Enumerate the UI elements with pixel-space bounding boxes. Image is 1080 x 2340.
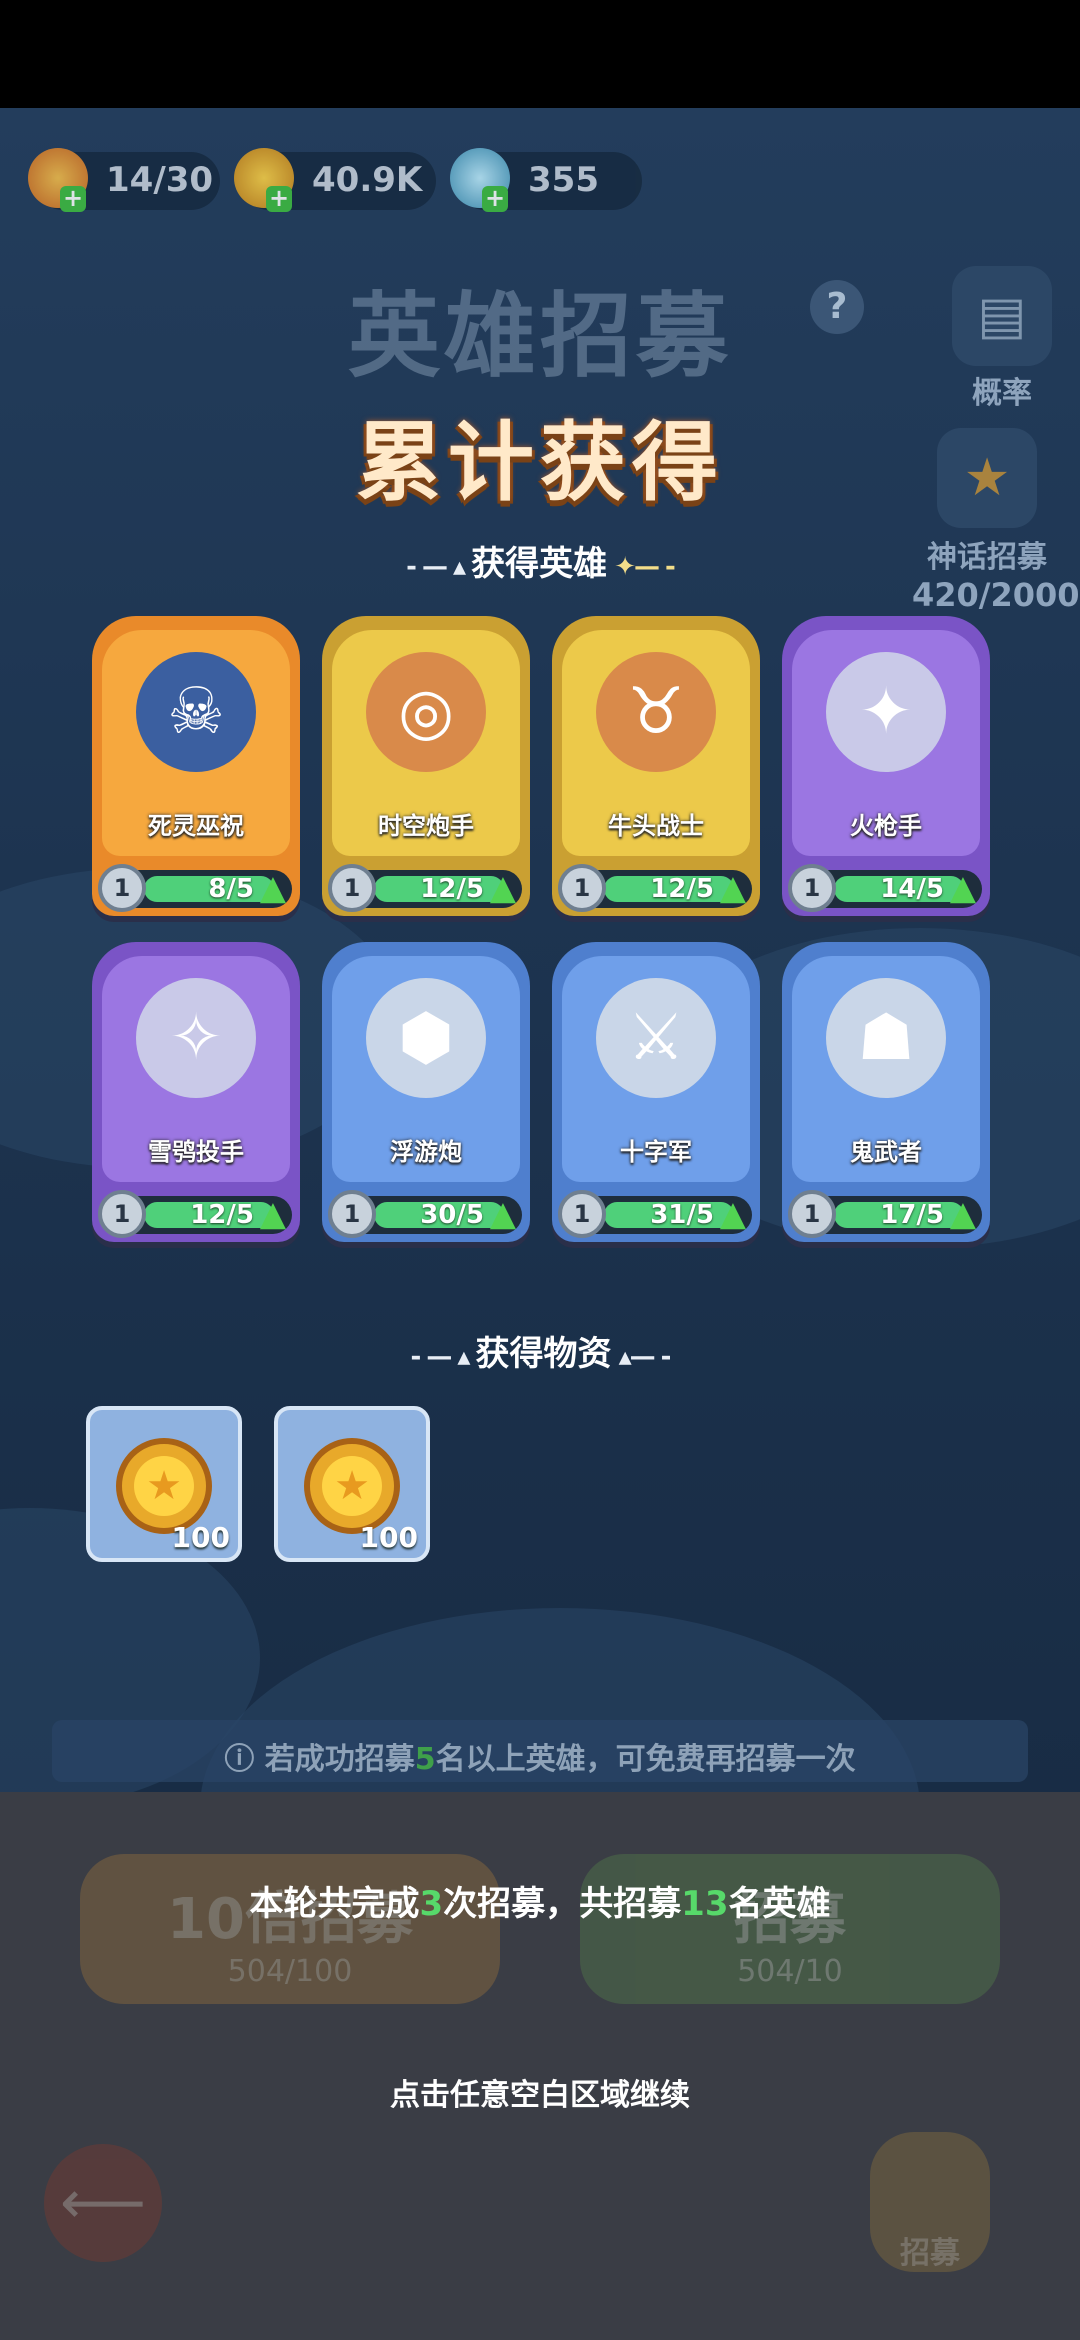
- gold-coin-icon: ★: [304, 1438, 400, 1534]
- myth-progress: 420/2000: [912, 576, 1080, 614]
- hero-portrait-icon: ✦: [826, 652, 946, 772]
- hero-name: 牛头战士: [608, 812, 704, 840]
- hero-portrait-icon: ◎: [366, 652, 486, 772]
- item-quantity: 100: [171, 1521, 230, 1554]
- hero-card[interactable]: ☗ 鬼武者 1 17/5 ▲: [782, 942, 990, 1252]
- hero-card[interactable]: ♉ 牛头战士 1 12/5 ▲: [552, 616, 760, 926]
- upgrade-arrow-icon: ▲: [719, 868, 747, 908]
- hero-portrait-icon: ☠: [136, 652, 256, 772]
- rate-button[interactable]: ▤ 概率: [942, 266, 1062, 412]
- level-badge: 1: [788, 1190, 836, 1238]
- recruit-title: 英雄招募: [347, 283, 732, 390]
- shard-progress: 12/5: [650, 874, 714, 904]
- hero-card[interactable]: ☠ 死灵巫祝 1 8/5 ▲: [92, 616, 300, 926]
- upgrade-arrow-icon: ▲: [949, 868, 977, 908]
- shard-progress: 30/5: [420, 1200, 484, 1230]
- item-quantity: 100: [359, 1521, 418, 1554]
- items-section-header: - — ▴ 获得物资 ▴— -: [410, 1334, 672, 1374]
- hero-portrait-icon: ✧: [136, 978, 256, 1098]
- hero-portrait-icon: ♉: [596, 652, 716, 772]
- hero-name: 十字军: [620, 1138, 692, 1166]
- upgrade-arrow-icon: ▲: [719, 1194, 747, 1234]
- recruit-summary: 本轮共完成3次招募，共招募13名英雄: [249, 1884, 831, 1924]
- upgrade-arrow-icon: ▲: [949, 1194, 977, 1234]
- hero-progress-bar: 1 8/5 ▲: [98, 864, 292, 912]
- upgrade-arrow-icon: ▲: [259, 1194, 287, 1234]
- hero-progress-bar: 1 14/5 ▲: [788, 864, 982, 912]
- info-icon: ⓘ: [224, 1742, 265, 1777]
- hero-portrait-icon: ☗: [826, 978, 946, 1098]
- rate-label: 概率: [972, 376, 1032, 411]
- items-section-title: 获得物资: [475, 1334, 612, 1374]
- myth-recruit-button[interactable]: ★ 神话招募 420/2000: [912, 428, 1080, 614]
- hero-progress-bar: 1 12/5 ▲: [98, 1190, 292, 1238]
- heroes-section-title: 获得英雄: [471, 544, 608, 584]
- shard-progress: 12/5: [190, 1200, 254, 1230]
- hero-progress-bar: 1 31/5 ▲: [558, 1190, 752, 1238]
- hero-name: 死灵巫祝: [148, 812, 244, 840]
- shard-progress: 31/5: [650, 1200, 714, 1230]
- hero-name: 雪鸮投手: [148, 1138, 244, 1166]
- level-badge: 1: [788, 864, 836, 912]
- free-recruit-tip: ⓘ 若成功招募5名以上英雄，可免费再招募一次: [224, 1742, 856, 1777]
- gem-value: 355: [528, 160, 599, 200]
- gold-value: 40.9K: [312, 160, 423, 200]
- level-badge: 1: [98, 864, 146, 912]
- hero-progress-bar: 1 17/5 ▲: [788, 1190, 982, 1238]
- cumulative-title: 累计获得: [356, 413, 724, 513]
- back-arrow-icon[interactable]: ⟵: [44, 2144, 162, 2262]
- stamina-resource[interactable]: + 14/30: [28, 148, 220, 212]
- myth-label: 神话招募: [927, 540, 1047, 575]
- stamina-value: 14/30: [106, 160, 214, 200]
- badge-icon: ★: [937, 428, 1037, 528]
- gold-resource[interactable]: + 40.9K: [234, 148, 436, 212]
- continue-hint: 点击任意空白区域继续: [390, 2078, 690, 2113]
- hero-name: 浮游炮: [390, 1138, 462, 1166]
- shard-progress: 12/5: [420, 874, 484, 904]
- hero-card[interactable]: ✦ 火枪手 1 14/5 ▲: [782, 616, 990, 926]
- hero-card[interactable]: ⬢ 浮游炮 1 30/5 ▲: [322, 942, 530, 1252]
- hero-progress-bar: 1 12/5 ▲: [558, 864, 752, 912]
- add-gem-icon[interactable]: +: [482, 186, 508, 212]
- level-badge: 1: [558, 1190, 606, 1238]
- upgrade-arrow-icon: ▲: [489, 868, 517, 908]
- hero-portrait-icon: ⬢: [366, 978, 486, 1098]
- level-badge: 1: [558, 864, 606, 912]
- recruit-nav-button[interactable]: 招募: [870, 2132, 990, 2272]
- add-stamina-icon[interactable]: +: [60, 186, 86, 212]
- document-icon: ▤: [952, 266, 1052, 366]
- gold-coin-icon: ★: [116, 1438, 212, 1534]
- help-icon[interactable]: ?: [810, 280, 864, 334]
- gem-resource[interactable]: + 355: [450, 148, 642, 212]
- level-badge: 1: [98, 1190, 146, 1238]
- hero-name: 鬼武者: [850, 1138, 922, 1166]
- status-bar: [0, 0, 1080, 108]
- hero-progress-bar: 1 12/5 ▲: [328, 864, 522, 912]
- shard-progress: 17/5: [880, 1200, 944, 1230]
- hero-card[interactable]: ◎ 时空炮手 1 12/5 ▲: [322, 616, 530, 926]
- level-badge: 1: [328, 864, 376, 912]
- item-slot[interactable]: ★ 100: [274, 1406, 430, 1562]
- hero-progress-bar: 1 30/5 ▲: [328, 1190, 522, 1238]
- item-slot[interactable]: ★ 100: [86, 1406, 242, 1562]
- shard-progress: 8/5: [208, 874, 254, 904]
- heroes-section-header: - — ▴ 获得英雄 ✦— -: [406, 544, 676, 584]
- hero-name: 时空炮手: [378, 812, 474, 840]
- upgrade-arrow-icon: ▲: [259, 868, 287, 908]
- hero-portrait-icon: ⚔: [596, 978, 716, 1098]
- add-gold-icon[interactable]: +: [266, 186, 292, 212]
- dim-overlay[interactable]: 10倍招募 504/100 招募 504/10 ⟵ 招募: [0, 1792, 1080, 2340]
- hero-card[interactable]: ⚔ 十字军 1 31/5 ▲: [552, 942, 760, 1252]
- level-badge: 1: [328, 1190, 376, 1238]
- hero-name: 火枪手: [850, 812, 922, 840]
- shard-progress: 14/5: [880, 874, 944, 904]
- hero-card[interactable]: ✧ 雪鸮投手 1 12/5 ▲: [92, 942, 300, 1252]
- upgrade-arrow-icon: ▲: [489, 1194, 517, 1234]
